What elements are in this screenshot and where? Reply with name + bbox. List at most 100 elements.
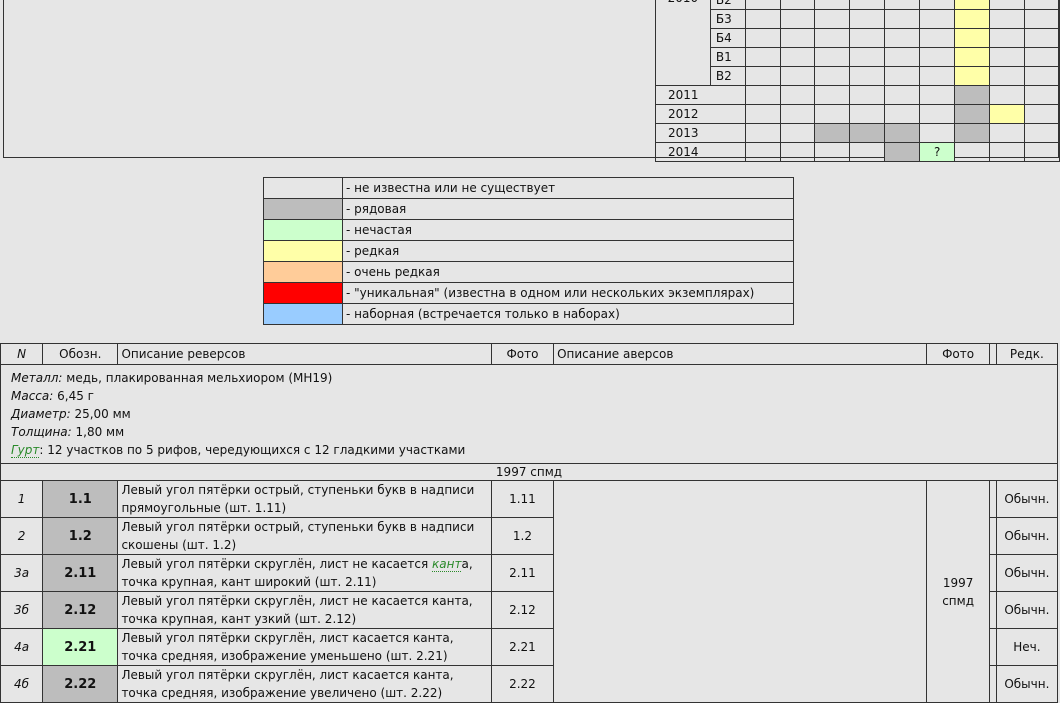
- rarity-cell: [989, 28, 1026, 48]
- rarity-cell: [918, 85, 956, 105]
- rarity-cell: [744, 66, 781, 86]
- rarity-cell: [779, 28, 816, 48]
- legend-row: - очень редкая: [263, 261, 794, 283]
- spacer-cell: [988, 628, 997, 666]
- varieties-table: N Обозн. Описание реверсов Фото Описание…: [0, 343, 1059, 703]
- mass-value: 6,45 г: [53, 389, 94, 403]
- reverse-photo-ref[interactable]: 2.22: [490, 665, 555, 703]
- year-rarity-table: 2010Б2Б3Б4В1В22011201220132014?: [655, 0, 1060, 162]
- header-rarity: Редк.: [995, 343, 1059, 365]
- year-table-row: Б4: [656, 28, 1060, 48]
- row-rarity: Обычн.: [995, 665, 1059, 703]
- rarity-cell: [814, 28, 851, 48]
- row-designation[interactable]: 2.12: [42, 591, 119, 629]
- rarity-cell: [849, 104, 886, 124]
- spacer-cell: [988, 665, 997, 703]
- rarity-cell: [849, 142, 886, 162]
- reverse-description: Левый угол пятёрки острый, ступеньки бук…: [117, 480, 492, 518]
- subtype-label: Б4: [709, 28, 746, 48]
- rarity-cell: [814, 9, 851, 29]
- row-number: 3б: [0, 591, 44, 629]
- diameter-value: 25,00 мм: [70, 407, 131, 421]
- rarity-cell: [1024, 104, 1060, 124]
- section-row: 1997 спмд: [0, 463, 1058, 481]
- reverse-photo-ref[interactable]: 2.11: [490, 554, 555, 592]
- rarity-cell: [954, 47, 991, 67]
- rarity-cell: [744, 0, 781, 10]
- year-table-row: Б3: [656, 9, 1060, 29]
- reverse-photo-ref[interactable]: 1.2: [490, 517, 555, 555]
- spacer-cell: [988, 554, 997, 592]
- rarity-cell: [884, 28, 920, 48]
- reverse-photo-ref[interactable]: 2.12: [490, 591, 555, 629]
- rarity-cell: [918, 47, 956, 67]
- row-rarity: Обычн.: [995, 480, 1059, 518]
- row-designation[interactable]: 2.22: [42, 665, 119, 703]
- rarity-cell: [884, 85, 920, 105]
- legend-swatch: [263, 219, 343, 241]
- header-oboz: Обозн.: [42, 343, 119, 365]
- rarity-cell: [918, 104, 956, 124]
- row-number: 4а: [0, 628, 44, 666]
- reverse-photo-ref[interactable]: 2.21: [490, 628, 555, 666]
- row-number: 3а: [0, 554, 44, 592]
- obverse-photo-ref[interactable]: 1997 спмд: [926, 480, 990, 703]
- header-spacer: [988, 343, 997, 365]
- subtype-label: Б3: [709, 9, 746, 29]
- year-table-row: 2012: [655, 104, 1060, 124]
- rarity-cell: [989, 0, 1026, 10]
- rarity-cell: [989, 9, 1026, 29]
- rarity-cell: [744, 28, 781, 48]
- rarity-cell: [779, 85, 816, 105]
- gurt-value: : 12 участков по 5 рифов, чередующихся с…: [39, 443, 466, 457]
- gurt-link[interactable]: Гурт: [11, 443, 40, 458]
- coin-specs-row: Металл: медь, плакированная мельхиором (…: [0, 364, 1058, 464]
- year-cell: 2010: [655, 0, 711, 86]
- row-number: 1: [0, 480, 44, 518]
- row-rarity: Обычн.: [995, 554, 1059, 592]
- rarity-cell: [918, 9, 956, 29]
- year-cell: 2013: [655, 123, 746, 143]
- rarity-cell: [1024, 0, 1060, 10]
- rarity-cell: [779, 9, 816, 29]
- rarity-cell: ?: [918, 142, 956, 162]
- row-designation[interactable]: 2.11: [42, 554, 119, 592]
- rarity-cell: [884, 123, 920, 143]
- row-rarity: Неч.: [995, 628, 1059, 666]
- legend-text: - "уникальная" (известна в одном или нес…: [342, 282, 794, 304]
- year-table-row: 2014?: [655, 142, 1060, 162]
- rarity-cell: [779, 47, 816, 67]
- year-table-row: В2: [656, 66, 1060, 86]
- rarity-cell: [954, 66, 991, 86]
- rarity-cell: [954, 28, 991, 48]
- spacer-cell: [988, 517, 997, 555]
- header-n: N: [0, 343, 44, 365]
- obverse-ref-year: 1997: [942, 575, 974, 590]
- legend-row: - "уникальная" (известна в одном или нес…: [263, 282, 794, 304]
- rarity-cell: [884, 9, 920, 29]
- row-designation[interactable]: 1.1: [42, 480, 119, 518]
- legend-text: - нечастая: [342, 219, 794, 241]
- reverse-description: Левый угол пятёрки скруглён, лист не кас…: [117, 591, 492, 629]
- metal-label: Металл:: [11, 371, 63, 385]
- legend-row: - не известна или не существует: [263, 177, 794, 199]
- rarity-cell: [1024, 9, 1060, 29]
- rarity-cell: [849, 85, 886, 105]
- reverse-photo-ref[interactable]: 1.11: [490, 480, 555, 518]
- rarity-cell: [989, 142, 1026, 162]
- rarity-cell: [918, 28, 956, 48]
- rarity-cell: [779, 123, 816, 143]
- table-row: 1 1.1 Левый угол пятёрки острый, ступеньки…: [0, 480, 1059, 703]
- legend-swatch: [263, 240, 343, 262]
- rarity-cell: [849, 47, 886, 67]
- section-title: 1997 спмд: [0, 463, 1058, 481]
- rarity-cell: [989, 66, 1026, 86]
- rarity-cell: [884, 47, 920, 67]
- rarity-cell: [744, 47, 781, 67]
- diameter-label: Диаметр:: [11, 407, 71, 421]
- row-designation[interactable]: 1.2: [42, 517, 119, 555]
- row-designation[interactable]: 2.21: [42, 628, 119, 666]
- rarity-cell: [849, 0, 886, 10]
- kant-link[interactable]: кант: [432, 557, 462, 572]
- header-reverse-desc: Описание реверсов: [117, 343, 492, 365]
